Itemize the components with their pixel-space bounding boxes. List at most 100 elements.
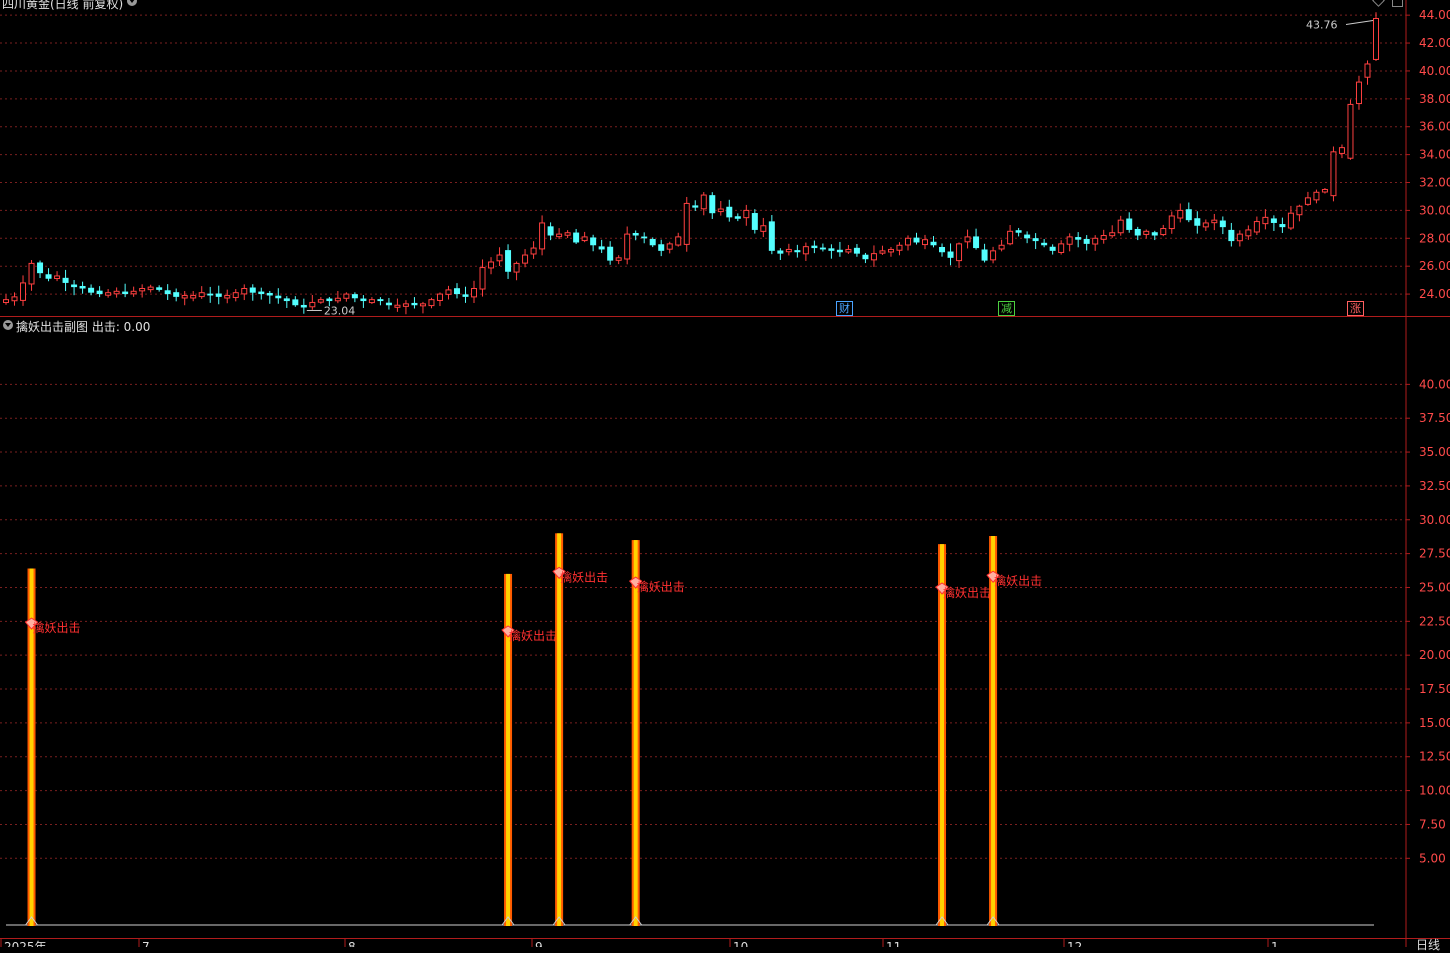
candle-body-up — [402, 303, 409, 307]
main-y-tick-label: 32.00 — [1419, 176, 1450, 190]
candle-body-up — [436, 293, 443, 301]
candle-body-down — [45, 274, 52, 279]
candle-body-up — [1253, 221, 1260, 233]
candle-body-down — [1151, 232, 1158, 236]
candle-body-down — [751, 213, 758, 230]
candle-body-up — [581, 236, 588, 242]
candle-body-up — [343, 293, 350, 299]
time-tick-label: 2025年 — [4, 940, 47, 947]
candle-body-down — [411, 302, 418, 306]
sub-y-tick-label: 25.00 — [1419, 580, 1450, 594]
candle-body-up — [1296, 205, 1303, 216]
candle-body-up — [394, 304, 401, 308]
candle-body-up — [105, 292, 112, 296]
candle-body-up — [743, 209, 750, 219]
candle-body-up — [896, 244, 903, 251]
candle-body-up — [564, 232, 571, 236]
candle-body-down — [156, 287, 163, 290]
candle-body-up — [802, 246, 809, 255]
sub-chart-menu-icon[interactable] — [3, 320, 13, 330]
candle-body-down — [300, 304, 307, 308]
candle-body-up — [1364, 63, 1371, 78]
candle-body-down — [828, 248, 835, 251]
candle-body-up — [317, 299, 324, 303]
event-marker-rise[interactable]: 涨 — [1347, 301, 1364, 316]
candle-body-up — [964, 236, 971, 243]
signal-label: 擒妖出击 — [943, 585, 991, 600]
candle-body-up — [1202, 222, 1209, 228]
candle-body-up — [1100, 235, 1107, 240]
candle-body-down — [573, 232, 580, 243]
time-tick-label: 9 — [535, 940, 543, 947]
candle-body-up — [1109, 232, 1116, 237]
sub-y-tick-label: 27.50 — [1419, 547, 1450, 561]
candle-body-down — [913, 237, 920, 243]
candle-body-up — [428, 299, 435, 307]
candle-body-up — [309, 301, 316, 308]
candle-body-up — [1092, 237, 1099, 245]
candle-body-up — [1304, 197, 1311, 205]
candle-body-up — [1211, 219, 1218, 224]
sub-y-tick-label: 32.50 — [1419, 479, 1450, 493]
candle-body-up — [1313, 191, 1320, 201]
candle-body-down — [266, 292, 273, 296]
candle-body-down — [853, 247, 860, 254]
candle-body-down — [590, 237, 597, 246]
candle-body-down — [62, 277, 69, 283]
candle-body-up — [683, 202, 690, 245]
candle-body-down — [547, 226, 554, 236]
signal-label: 擒妖出击 — [637, 579, 685, 594]
signal-bar — [991, 536, 996, 926]
candle-body-down — [215, 293, 222, 297]
candle-body-down — [164, 290, 171, 295]
candle-body-up — [998, 244, 1005, 250]
candle-body-up — [1236, 233, 1243, 242]
candle-body-down — [37, 262, 44, 274]
candle-body-down — [1228, 229, 1235, 242]
candle-body-down — [598, 246, 605, 250]
sub-y-tick-label: 7.50 — [1419, 817, 1446, 831]
main-y-tick-label: 42.00 — [1419, 36, 1450, 50]
candle-body-down — [777, 250, 784, 254]
candle-body-down — [819, 247, 826, 250]
event-marker-finance[interactable]: 财 — [836, 301, 853, 316]
sub-y-tick-label: 35.00 — [1419, 445, 1450, 459]
signal-bar — [633, 540, 638, 926]
candle-body-down — [207, 293, 214, 296]
candle-body-down — [1185, 209, 1192, 221]
candle-body-up — [1143, 230, 1150, 235]
time-tick-label: 11 — [886, 940, 901, 947]
event-marker-reduce[interactable]: 减 — [998, 301, 1015, 316]
candle-body-up — [1117, 219, 1124, 234]
candle-body-up — [1262, 216, 1269, 225]
candle-body-down — [709, 195, 716, 214]
candle-body-down — [607, 246, 614, 261]
candle-body-down — [1279, 224, 1286, 228]
time-tick-label: 12 — [1067, 940, 1082, 947]
candle-body-up — [1330, 151, 1337, 197]
candle-body-up — [479, 267, 486, 290]
candle-body-up — [922, 239, 929, 246]
window-toggle-icon[interactable] — [1392, 0, 1403, 7]
candle-body-up — [445, 289, 452, 295]
candle-body-up — [556, 233, 563, 238]
candle-body-up — [522, 254, 529, 264]
period-label[interactable]: 日线 — [1416, 936, 1440, 953]
candle-body-up — [956, 243, 963, 262]
candle-body-down — [249, 287, 256, 293]
candle-body-down — [1134, 228, 1141, 236]
candle-body-down — [1075, 237, 1082, 240]
sub-y-tick-label: 17.50 — [1419, 682, 1450, 696]
time-tick-label: 7 — [142, 940, 150, 947]
candle-body-down — [505, 250, 512, 272]
candle-body-down — [692, 205, 699, 208]
sub-y-tick-label: 30.00 — [1419, 513, 1450, 527]
main-chart-title: 四川黄金(日线 前复权) — [2, 0, 124, 11]
main-y-tick-label: 36.00 — [1419, 120, 1450, 134]
kline-chart[interactable]: 44.00 42.00 40.00 38.00 36.00 34.00 32.00 30.00… — [0, 0, 1450, 947]
candle-body-up — [11, 296, 18, 302]
sub-y-tick-label: 22.50 — [1419, 614, 1450, 628]
candle-body-up — [20, 282, 27, 301]
signal-label: 擒妖出击 — [509, 628, 557, 643]
candle-body-up — [904, 237, 911, 246]
